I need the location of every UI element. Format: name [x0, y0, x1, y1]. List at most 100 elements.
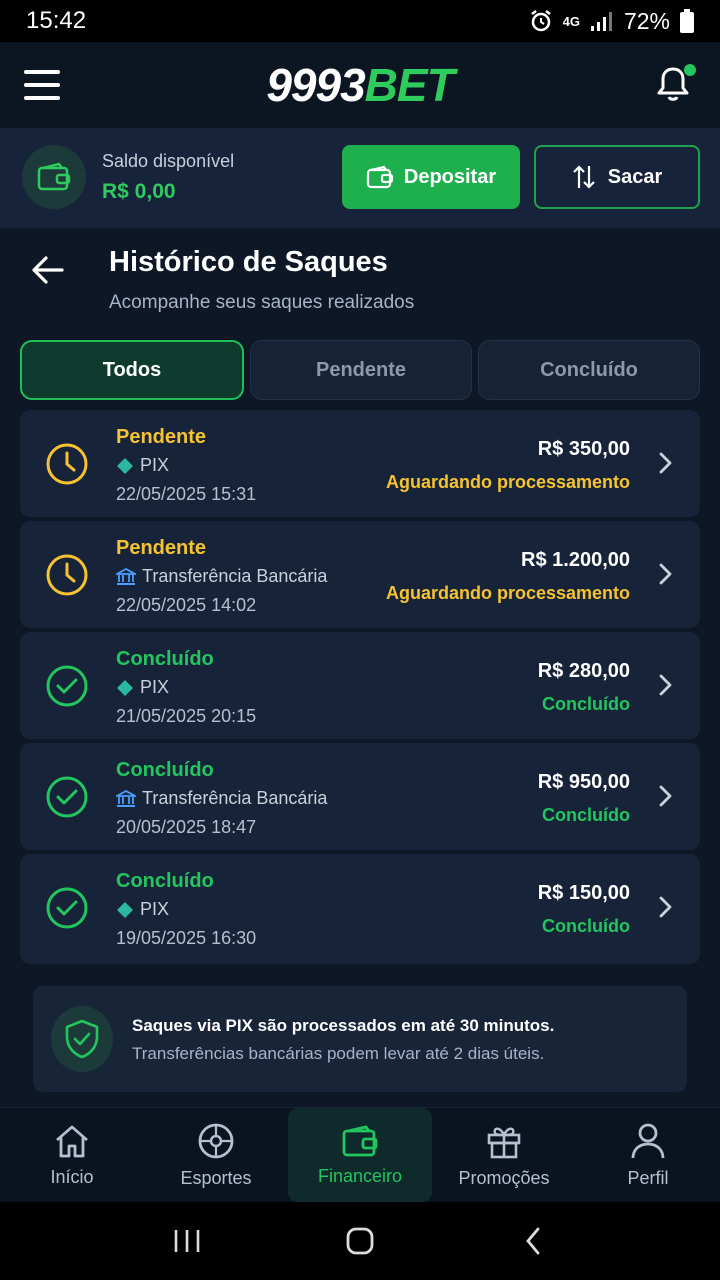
withdrawal-amount: R$ 1.200,00 [521, 549, 630, 571]
info-bank-text: Transferências bancárias podem levar até… [132, 1044, 545, 1063]
withdrawal-status: Concluído [116, 870, 214, 892]
chevron-right-icon [659, 785, 672, 807]
withdrawal-method-label: PIX [140, 455, 170, 475]
brand-logo[interactable]: 9993BET [266, 58, 455, 112]
nav-item-promocoes[interactable]: Promoções [432, 1108, 576, 1202]
withdrawal-amount: R$ 950,00 [537, 771, 630, 793]
withdrawal-status: Pendente [116, 426, 207, 448]
withdrawal-amount: R$ 150,00 [537, 882, 630, 904]
nav-label: Esportes [180, 1167, 252, 1188]
battery-icon [680, 9, 694, 33]
tab-pendente[interactable]: Pendente [250, 340, 472, 400]
withdrawal-note: Concluído [542, 694, 630, 714]
withdrawal-list: Pendente PIX 22/05/2025 15:31 R$ 350,00 … [20, 410, 700, 968]
bank-icon [116, 789, 136, 807]
sports-ball-icon [198, 1123, 234, 1158]
pix-icon [117, 901, 133, 918]
signal-icon [590, 12, 612, 31]
app-header: 9993BET [0, 42, 720, 128]
clock-icon [46, 554, 88, 596]
withdrawal-date: 21/05/2025 20:15 [116, 706, 257, 726]
transfer-arrows-icon [572, 165, 595, 189]
battery-percent: 72% [623, 7, 670, 34]
chevron-right-icon [659, 563, 672, 585]
user-icon [631, 1123, 665, 1158]
withdrawal-method-label: Transferência Bancária [142, 788, 328, 808]
withdrawal-note: Concluído [542, 916, 630, 936]
logo-brand: BET [364, 59, 455, 111]
withdrawal-note: Aguardando processamento [385, 583, 630, 603]
nav-item-esportes[interactable]: Esportes [144, 1108, 288, 1202]
deposit-label: Depositar [403, 165, 497, 188]
withdrawal-amount: R$ 350,00 [537, 438, 630, 460]
balance-label: Saldo disponível [102, 151, 235, 171]
gift-icon [487, 1127, 521, 1158]
page-title: Histórico de Saques [109, 246, 388, 278]
wallet-plus-icon [366, 165, 393, 189]
withdrawal-date: 22/05/2025 15:31 [116, 484, 257, 504]
clock-icon [46, 443, 88, 485]
home-icon [56, 1125, 88, 1157]
withdrawal-item[interactable]: Concluído PIX 19/05/2025 16:30 R$ 150,00… [20, 854, 700, 964]
status-time: 15:42 [26, 7, 87, 34]
nav-item-inicio[interactable]: Início [0, 1108, 144, 1202]
withdrawal-date: 22/05/2025 14:02 [116, 595, 257, 615]
nav-item-perfil[interactable]: Perfil [576, 1108, 720, 1202]
deposit-button[interactable]: Depositar [342, 145, 520, 209]
withdrawal-method: PIX [116, 677, 169, 698]
filter-tabs: Todos Pendente Concluído [20, 340, 700, 400]
recent-apps-icon[interactable] [167, 1221, 207, 1261]
withdraw-button[interactable]: Sacar [534, 145, 700, 209]
back-arrow-icon[interactable] [30, 252, 66, 288]
menu-icon[interactable] [24, 70, 60, 102]
chevron-right-icon [659, 452, 672, 474]
system-back-icon[interactable] [513, 1221, 553, 1261]
withdrawal-method-label: PIX [140, 677, 170, 697]
withdrawal-method: PIX [116, 455, 169, 476]
withdrawal-item[interactable]: Concluído PIX 21/05/2025 20:15 R$ 280,00… [20, 632, 700, 739]
tab-todos[interactable]: Todos [20, 340, 244, 400]
page-subtitle: Acompanhe seus saques realizados [109, 292, 415, 313]
tab-concluido[interactable]: Concluído [478, 340, 700, 400]
withdrawal-item[interactable]: Pendente PIX 22/05/2025 15:31 R$ 350,00 … [20, 410, 700, 517]
status-bar: 15:42 4G 72% [0, 0, 720, 42]
bank-icon [116, 567, 136, 585]
wallet-icon [342, 1124, 378, 1156]
nav-item-financeiro[interactable]: Financeiro [288, 1108, 432, 1202]
nav-label: Perfil [627, 1167, 669, 1188]
check-circle-icon [46, 887, 88, 929]
withdrawal-date: 20/05/2025 18:47 [116, 817, 257, 837]
notification-dot [684, 64, 696, 76]
info-pix-text: Saques via PIX são processados em até 30… [132, 1016, 555, 1035]
network-type: 4G [562, 13, 580, 29]
withdrawal-note: Concluído [542, 805, 630, 825]
check-circle-icon [46, 665, 88, 707]
withdrawal-item[interactable]: Pendente Transferência Bancária 22/05/20… [20, 521, 700, 628]
shield-check-icon [51, 1006, 113, 1072]
pix-icon [117, 457, 133, 474]
chevron-right-icon [659, 896, 672, 918]
chevron-right-icon [659, 674, 672, 696]
home-button-icon[interactable] [340, 1221, 380, 1261]
withdrawal-method: Transferência Bancária [116, 566, 327, 587]
withdrawal-note: Aguardando processamento [385, 472, 630, 492]
withdrawal-method-label: PIX [140, 899, 170, 919]
balance-bar: Saldo disponível R$ 0,00 Depositar Sacar [0, 128, 720, 228]
withdrawal-amount: R$ 280,00 [537, 660, 630, 682]
withdrawal-method-label: Transferência Bancária [142, 566, 328, 586]
withdrawal-status: Pendente [116, 537, 207, 559]
withdrawal-date: 19/05/2025 16:30 [116, 928, 257, 948]
logo-number: 9993 [266, 59, 365, 111]
info-box: Saques via PIX são processados em até 30… [33, 986, 687, 1092]
status-icons: 4G 72% [529, 8, 694, 35]
notification-bell-icon[interactable] [654, 64, 696, 104]
balance-value: R$ 0,00 [102, 180, 176, 203]
withdrawal-method: PIX [116, 899, 169, 920]
nav-label: Promoções [458, 1167, 550, 1188]
alarm-icon [530, 10, 551, 32]
withdrawal-status: Concluído [116, 759, 214, 781]
nav-label: Início [50, 1166, 94, 1187]
withdrawal-method: Transferência Bancária [116, 788, 327, 809]
pix-icon [117, 679, 133, 696]
withdrawal-item[interactable]: Concluído Transferência Bancária 20/05/2… [20, 743, 700, 850]
